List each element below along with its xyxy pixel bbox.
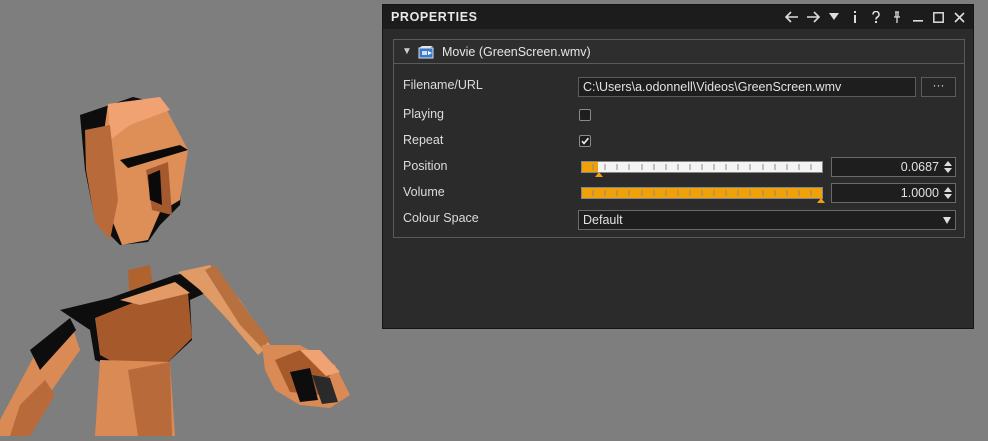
panel-title: PROPERTIES xyxy=(391,10,478,24)
playing-row: Playing xyxy=(394,104,964,126)
arrow-right-icon[interactable] xyxy=(802,6,823,28)
position-slider[interactable] xyxy=(581,159,823,177)
volume-label: Volume xyxy=(403,185,445,199)
spin-arrows-icon[interactable] xyxy=(943,185,953,201)
colour-space-row: Colour Space Default xyxy=(394,208,964,230)
movie-icon xyxy=(418,45,436,59)
position-spinbox[interactable]: 0.0687 xyxy=(831,157,956,177)
position-label: Position xyxy=(403,159,448,173)
help-icon[interactable] xyxy=(865,6,886,28)
panel-titlebar: PROPERTIES xyxy=(383,5,973,29)
colour-space-label: Colour Space xyxy=(403,211,479,225)
collapse-triangle-icon[interactable]: ▼ xyxy=(402,46,418,57)
slider-ticks xyxy=(592,164,812,170)
dropdown-icon[interactable] xyxy=(823,6,844,28)
position-slider-handle[interactable] xyxy=(595,172,603,177)
movie-group-header[interactable]: ▼ Movie (GreenScreen.wmv) xyxy=(394,40,964,64)
repeat-row: Repeat xyxy=(394,130,964,152)
volume-slider-handle[interactable] xyxy=(817,198,825,203)
filename-field[interactable]: C:\Users\a.odonnell\Videos\GreenScreen.w… xyxy=(578,77,916,97)
chevron-down-icon xyxy=(943,217,951,224)
checkmark-icon xyxy=(581,137,590,145)
playing-checkbox[interactable] xyxy=(579,109,591,121)
volume-spinbox[interactable]: 1.0000 xyxy=(831,183,956,203)
filename-label: Filename/URL xyxy=(403,78,483,92)
position-row: Position 0.0687 xyxy=(394,156,964,178)
movie-group-title: Movie (GreenScreen.wmv) xyxy=(442,44,591,59)
movie-group: ▼ Movie (GreenScreen.wmv) Filename/URL C… xyxy=(393,39,965,238)
arrow-left-icon[interactable] xyxy=(781,6,802,28)
properties-panel: PROPERTIES ▼ Movie (GreenScreen.wmv) Fil… xyxy=(382,4,974,329)
spin-arrows-icon[interactable] xyxy=(943,159,953,175)
close-icon[interactable] xyxy=(949,6,970,28)
volume-value: 1.0000 xyxy=(900,186,939,200)
colour-space-value: Default xyxy=(583,213,623,227)
browse-button[interactable]: ··· xyxy=(921,77,956,97)
pin-icon[interactable] xyxy=(886,6,907,28)
repeat-checkbox[interactable] xyxy=(579,135,591,147)
info-icon[interactable] xyxy=(844,6,865,28)
colour-space-select[interactable]: Default xyxy=(578,210,956,230)
volume-slider[interactable] xyxy=(581,185,825,203)
maximize-icon[interactable] xyxy=(928,6,949,28)
repeat-label: Repeat xyxy=(403,133,444,147)
volume-row: Volume 1.0000 xyxy=(394,182,964,204)
viewport-3d-figure xyxy=(0,0,380,436)
playing-label: Playing xyxy=(403,107,444,121)
slider-ticks xyxy=(592,190,812,196)
filename-row: Filename/URL C:\Users\a.odonnell\Videos\… xyxy=(394,75,964,97)
position-value: 0.0687 xyxy=(900,160,939,174)
minimize-icon[interactable] xyxy=(907,6,928,28)
